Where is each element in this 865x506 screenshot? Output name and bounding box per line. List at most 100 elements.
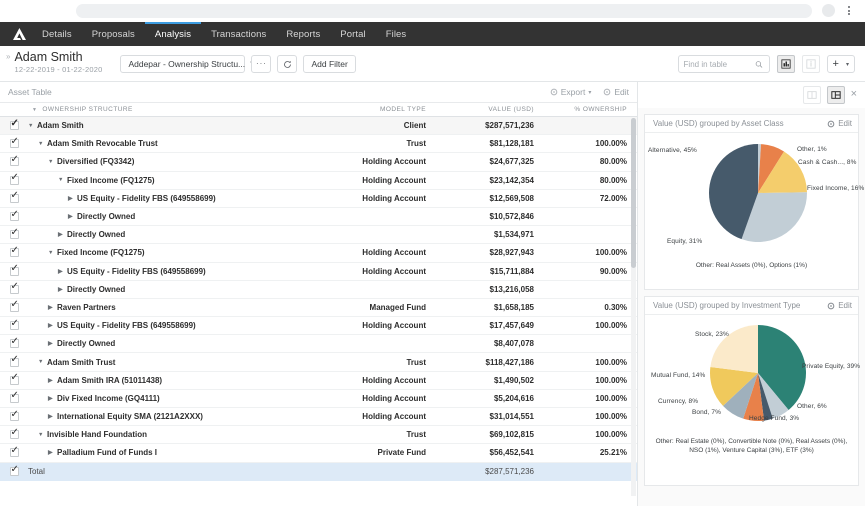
table-row[interactable]: ▶US Equity - Fidelity FBS (649558699) Hol…	[0, 317, 637, 336]
pie-slice-label: Equity, 31%	[667, 238, 703, 245]
chart-edit-button[interactable]: Edit	[827, 119, 852, 128]
app-navbar: Details Proposals Analysis Transactions …	[0, 22, 865, 46]
table-row[interactable]: ▶Div Fixed Income (GQ4111) Holding Accoun…	[0, 390, 637, 408]
expand-caret-icon[interactable]: ▶	[58, 286, 67, 293]
search-input[interactable]	[683, 59, 756, 69]
table-row[interactable]: ▼Adam Smith Trust Trust $118,427,186 100.00…	[0, 353, 637, 372]
chevron-down-icon: ▾	[845, 61, 849, 68]
info-panel-toggle[interactable]	[801, 55, 820, 73]
expand-caret-icon[interactable]: ▶	[48, 322, 57, 329]
row-checkbox[interactable]	[9, 465, 19, 477]
expand-caret-icon[interactable]: ▶	[48, 377, 57, 384]
col-header-model-type[interactable]: MODEL TYPE	[312, 106, 432, 113]
expand-caret-icon[interactable]: ▶	[68, 195, 77, 202]
add-filter-button[interactable]: Add Filter	[303, 55, 356, 73]
row-checkbox[interactable]	[9, 173, 19, 185]
add-widget-button[interactable]: + ▾	[826, 55, 855, 73]
col-header-ownership-structure[interactable]: ▼ OWNERSHIP STRUCTURE	[28, 106, 312, 113]
nav-tab-portal[interactable]: Portal	[330, 22, 375, 46]
collapse-caret-icon[interactable]: ▼	[48, 159, 57, 165]
nav-tab-transactions[interactable]: Transactions	[201, 22, 276, 46]
table-row[interactable]: ▶US Equity - Fidelity FBS (649558699) Hol…	[0, 263, 637, 281]
col-header-pct-ownership[interactable]: % OWNERSHIP	[542, 106, 637, 113]
row-checkbox[interactable]	[9, 264, 19, 276]
row-checkbox[interactable]	[9, 373, 19, 385]
row-checkbox[interactable]	[9, 446, 19, 458]
table-row[interactable]: ▼Adam Smith Revocable Trust Trust $81,128,…	[0, 135, 637, 154]
row-checkbox[interactable]	[9, 319, 19, 331]
table-row[interactable]: ▶Directly Owned $10,572,846	[0, 208, 637, 227]
nav-tab-reports[interactable]: Reports	[276, 22, 330, 46]
row-checkbox[interactable]	[9, 155, 19, 167]
row-value: $13,216,058	[489, 284, 535, 294]
collapse-caret-icon[interactable]: ▼	[58, 177, 67, 183]
kebab-menu-icon[interactable]	[841, 6, 857, 15]
row-checkbox[interactable]	[9, 119, 19, 131]
table-scrollbar-thumb[interactable]	[631, 118, 636, 268]
nav-tab-files[interactable]: Files	[376, 22, 417, 46]
search-input-wrapper[interactable]	[677, 55, 770, 73]
address-bar[interactable]	[76, 3, 812, 18]
collapse-caret-icon[interactable]: ▼	[38, 432, 47, 438]
layout-two-column-toggle[interactable]	[802, 85, 821, 104]
expand-caret-icon[interactable]: ▶	[68, 213, 77, 220]
addepar-logo-icon[interactable]	[6, 22, 32, 46]
edit-table-button[interactable]: Edit	[603, 87, 629, 97]
row-checkbox[interactable]	[9, 137, 19, 149]
table-row[interactable]: ▼Invisible Hand Foundation Trust $69,102,8…	[0, 426, 637, 445]
table-row[interactable]: ▼Fixed Income (FQ1275) Holding Account $28…	[0, 244, 637, 263]
table-row[interactable]: ▶Directly Owned $1,534,971	[0, 226, 637, 245]
table-total-row[interactable]: Total $287,571,236	[0, 462, 637, 481]
nav-tab-proposals[interactable]: Proposals	[82, 22, 145, 46]
export-button[interactable]: Export ▾	[550, 87, 591, 97]
table-row[interactable]: ▼Adam Smith Client $287,571,236	[0, 117, 637, 136]
row-checkbox[interactable]	[9, 282, 19, 294]
nav-tab-label: Transactions	[211, 28, 267, 40]
chart-panel-toggle[interactable]	[776, 55, 795, 73]
expand-caret-icon[interactable]: ▶	[48, 304, 57, 311]
layout-split-toggle[interactable]	[826, 85, 845, 104]
expand-caret-icon[interactable]: ▶	[48, 449, 57, 456]
collapse-caret-icon[interactable]: ▼	[38, 359, 47, 365]
row-checkbox[interactable]	[9, 191, 19, 203]
table-row[interactable]: ▶Raven Partners Managed Fund $1,658,185 0.3…	[0, 299, 637, 318]
double-chevron-right-icon[interactable]: »	[6, 52, 10, 61]
table-row[interactable]: ▶Directly Owned $8,407,078	[0, 335, 637, 354]
profile-avatar[interactable]	[822, 4, 835, 17]
row-checkbox[interactable]	[9, 246, 19, 258]
expand-caret-icon[interactable]: ▶	[48, 395, 57, 402]
table-row[interactable]: ▶International Equity SMA (2121A2XXX) Hol…	[0, 408, 637, 427]
table-row[interactable]: ▶US Equity - Fidelity FBS (649558699) Hol…	[0, 190, 637, 208]
table-row[interactable]: ▶Adam Smith IRA (51011438) Holding Accoun…	[0, 372, 637, 390]
row-checkbox[interactable]	[9, 228, 19, 240]
table-row[interactable]: ▶Directly Owned $13,216,058	[0, 281, 637, 299]
collapse-caret-icon[interactable]: ▼	[28, 123, 37, 129]
expand-caret-icon[interactable]: ▶	[58, 231, 67, 238]
row-checkbox[interactable]	[9, 410, 19, 422]
close-panel-button[interactable]: ×	[851, 89, 857, 100]
refresh-button[interactable]	[277, 55, 298, 73]
nav-tab-analysis[interactable]: Analysis	[144, 22, 202, 46]
nav-tab-label: Details	[42, 28, 72, 40]
table-row[interactable]: ▼Fixed Income (FQ1275) Holding Account $23…	[0, 172, 637, 190]
table-row[interactable]: ▶Palladium Fund of Funds I Private Fund $5…	[0, 444, 637, 463]
collapse-caret-icon[interactable]: ▼	[38, 141, 47, 147]
row-name-label: US Equity - Fidelity FBS (649558699)	[67, 266, 206, 276]
collapse-caret-icon[interactable]: ▼	[48, 250, 57, 256]
expand-caret-icon[interactable]: ▶	[48, 413, 57, 420]
row-checkbox[interactable]	[9, 391, 19, 403]
row-checkbox[interactable]	[9, 337, 19, 349]
pie-slice-label: Bond, 7%	[692, 409, 721, 416]
row-checkbox[interactable]	[9, 210, 19, 222]
more-options-button[interactable]: ···	[251, 55, 272, 73]
nav-tab-details[interactable]: Details	[32, 22, 82, 46]
row-checkbox[interactable]	[9, 355, 19, 367]
row-checkbox[interactable]	[9, 428, 19, 440]
col-header-value-usd[interactable]: VALUE (USD)	[432, 106, 542, 113]
chart-edit-button[interactable]: Edit	[827, 301, 852, 310]
table-row[interactable]: ▼Diversified (FQ3342) Holding Account $24,…	[0, 153, 637, 172]
expand-caret-icon[interactable]: ▶	[48, 340, 57, 347]
row-checkbox[interactable]	[9, 300, 19, 312]
expand-caret-icon[interactable]: ▶	[58, 268, 67, 275]
view-select[interactable]: Addepar - Ownership Structu... ▼	[120, 55, 255, 73]
